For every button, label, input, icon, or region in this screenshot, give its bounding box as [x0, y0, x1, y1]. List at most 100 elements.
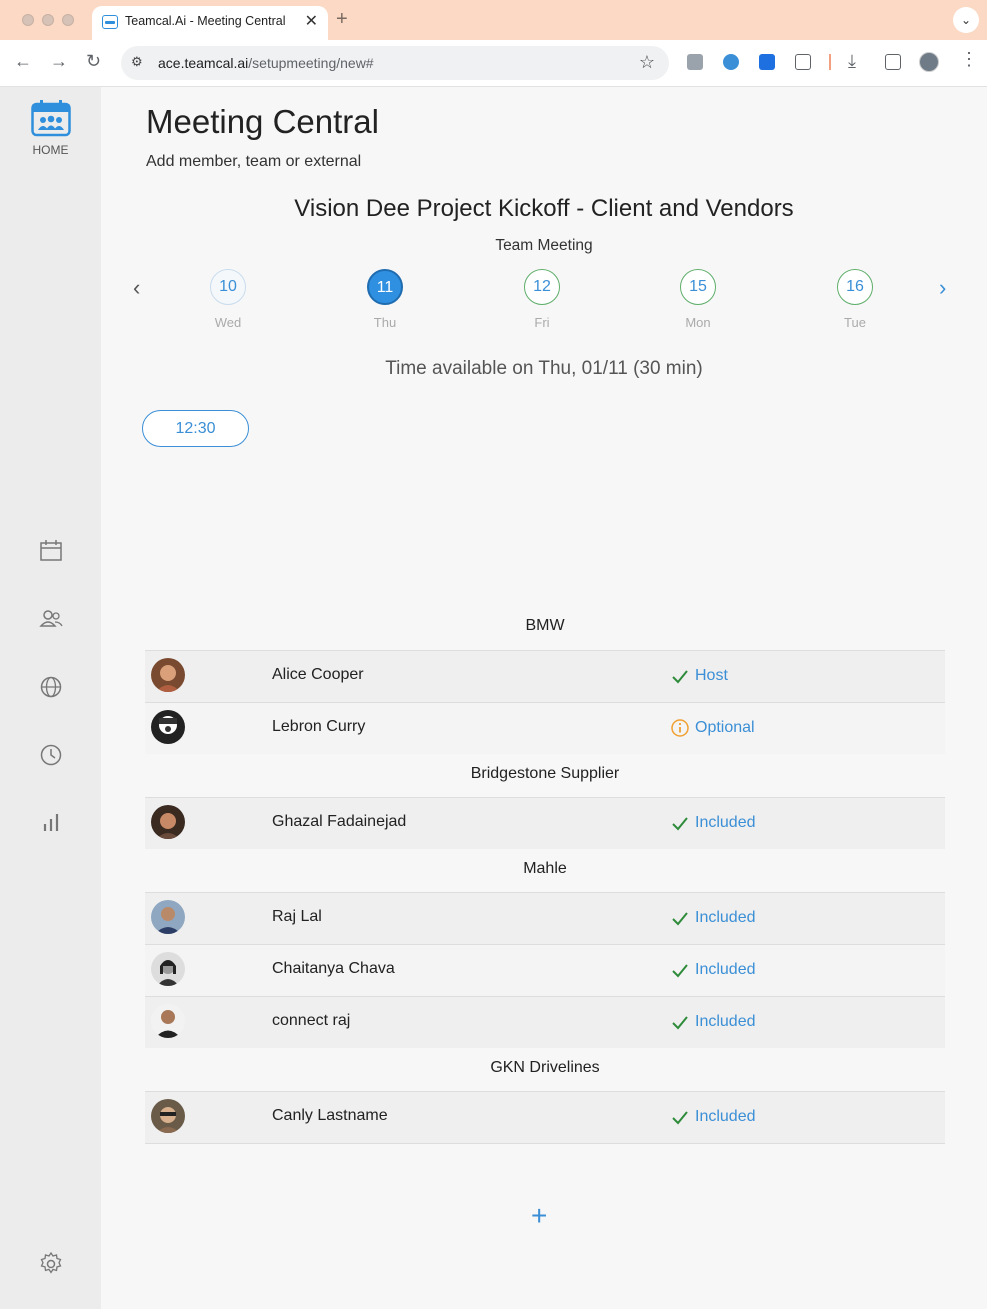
tab-search-button[interactable]: ⌄ — [953, 7, 979, 33]
check-icon — [672, 1016, 688, 1030]
company-heading: BMW — [525, 617, 565, 634]
prev-dates-chevron-icon[interactable]: ‹ — [133, 275, 140, 301]
extension-icon[interactable] — [723, 54, 739, 70]
date-weekday: Tue — [844, 315, 866, 330]
date-number: 10 — [210, 269, 246, 305]
member-status[interactable]: Included — [695, 1013, 756, 1031]
home-label[interactable]: HOME — [0, 143, 101, 157]
avatar — [151, 658, 185, 692]
company-heading: GKN Drivelines — [490, 1059, 600, 1076]
site-settings-icon[interactable]: ⚙ — [131, 54, 143, 70]
check-icon — [672, 1111, 688, 1125]
date-weekday: Thu — [373, 315, 397, 330]
member-status[interactable]: Included — [695, 1108, 756, 1126]
date-option[interactable]: 10 Wed — [198, 269, 258, 330]
side-panel-icon[interactable] — [885, 54, 901, 70]
time-slot-button[interactable]: 12:30 — [142, 410, 249, 447]
date-number: 12 — [524, 269, 560, 305]
window-close-dot[interactable] — [22, 14, 34, 26]
users-icon[interactable] — [38, 606, 64, 632]
meeting-type: Team Meeting — [495, 237, 593, 254]
globe-icon[interactable] — [38, 674, 64, 700]
member-row[interactable]: connect raj Included — [145, 996, 945, 1048]
browser-toolbar: ← → ↻ ⚙ ace.teamcal.ai/setupmeeting/new#… — [0, 40, 987, 87]
member-status[interactable]: Included — [695, 814, 756, 832]
browser-menu-icon[interactable]: ⋮ — [960, 49, 978, 70]
extension-icon[interactable] — [759, 54, 775, 70]
member-row[interactable]: Raj Lal Included — [145, 892, 945, 944]
member-name: Raj Lal — [272, 908, 322, 925]
bar-chart-icon[interactable] — [38, 810, 64, 836]
clock-icon[interactable] — [38, 742, 64, 768]
avatar — [151, 805, 185, 839]
calendar-icon[interactable] — [38, 538, 64, 564]
member-row[interactable]: Lebron Curry Optional — [145, 702, 945, 754]
profile-avatar[interactable] — [919, 52, 939, 72]
member-status[interactable]: Optional — [695, 719, 755, 737]
company-heading: Mahle — [523, 860, 567, 877]
meeting-title: Vision Dee Project Kickoff - Client and … — [294, 195, 794, 222]
back-arrow-icon[interactable]: ← — [14, 51, 32, 72]
avatar — [151, 710, 185, 744]
tab-title: Teamcal.Ai - Meeting Central — [125, 14, 286, 28]
date-number: 16 — [837, 269, 873, 305]
check-icon — [672, 964, 688, 978]
date-weekday: Mon — [685, 315, 711, 330]
member-row[interactable]: Canly Lastname Included — [145, 1091, 945, 1144]
add-member-button[interactable]: + — [531, 1200, 547, 1232]
teamcal-favicon-icon — [102, 15, 118, 29]
new-tab-button[interactable]: + — [336, 8, 348, 31]
next-dates-chevron-icon[interactable]: › — [939, 275, 946, 301]
member-status[interactable]: Host — [695, 667, 728, 685]
app-sidebar: HOME — [0, 87, 101, 1309]
avatar — [151, 900, 185, 934]
company-heading: Bridgestone Supplier — [470, 765, 620, 782]
date-weekday: Wed — [214, 315, 242, 330]
toolbar-divider — [829, 54, 831, 70]
date-option[interactable]: 16 Tue — [825, 269, 885, 330]
check-icon — [672, 912, 688, 926]
date-number: 15 — [680, 269, 716, 305]
download-icon[interactable]: ⤓ — [848, 51, 856, 72]
date-number: 11 — [367, 269, 403, 305]
member-row[interactable]: Chaitanya Chava Included — [145, 944, 945, 996]
forward-arrow-icon[interactable]: → — [50, 51, 68, 72]
bookmark-star-icon[interactable]: ☆ — [639, 52, 655, 73]
window-minimize-dot[interactable] — [42, 14, 54, 26]
main-content: Meeting Central Add member, team or exte… — [101, 87, 987, 1309]
address-bar[interactable]: ⚙ ace.teamcal.ai/setupmeeting/new# ☆ — [121, 46, 669, 80]
add-member-link[interactable]: Add member, team or external — [146, 153, 361, 171]
member-row[interactable]: Alice Cooper Host — [145, 650, 945, 702]
window-zoom-dot[interactable] — [62, 14, 74, 26]
info-icon — [671, 719, 689, 737]
date-weekday: Fri — [534, 315, 550, 330]
home-calendar-icon[interactable] — [31, 99, 71, 137]
browser-tab[interactable]: Teamcal.Ai - Meeting Central ✕ — [92, 6, 328, 40]
member-name: Ghazal Fadainejad — [272, 813, 407, 830]
member-name: Alice Cooper — [272, 666, 364, 683]
date-option-selected[interactable]: 11 Thu — [355, 269, 415, 330]
extension-icon[interactable] — [687, 54, 703, 70]
member-name: connect raj — [272, 1012, 351, 1029]
page-title: Meeting Central — [146, 103, 379, 140]
date-option[interactable]: 15 Mon — [668, 269, 728, 330]
avatar — [151, 1004, 185, 1038]
check-icon — [672, 670, 688, 684]
avatar — [151, 952, 185, 986]
member-name: Chaitanya Chava — [272, 960, 395, 977]
url-text[interactable]: ace.teamcal.ai/setupmeeting/new# — [158, 55, 374, 71]
tab-close-icon[interactable]: ✕ — [305, 11, 318, 31]
member-row[interactable]: Ghazal Fadainejad Included — [145, 797, 945, 849]
member-status[interactable]: Included — [695, 909, 756, 927]
check-icon — [672, 817, 688, 831]
date-option[interactable]: 12 Fri — [512, 269, 572, 330]
availability-heading: Time available on Thu, 01/11 (30 min) — [385, 358, 703, 379]
member-name: Canly Lastname — [272, 1107, 388, 1124]
extensions-puzzle-icon[interactable] — [795, 54, 811, 70]
browser-tab-bar: Teamcal.Ai - Meeting Central ✕ + ⌄ — [0, 0, 987, 40]
member-status[interactable]: Included — [695, 961, 756, 979]
avatar — [151, 1099, 185, 1133]
member-name: Lebron Curry — [272, 718, 366, 735]
gear-icon[interactable] — [38, 1251, 64, 1277]
reload-icon[interactable]: ↻ — [86, 51, 101, 72]
